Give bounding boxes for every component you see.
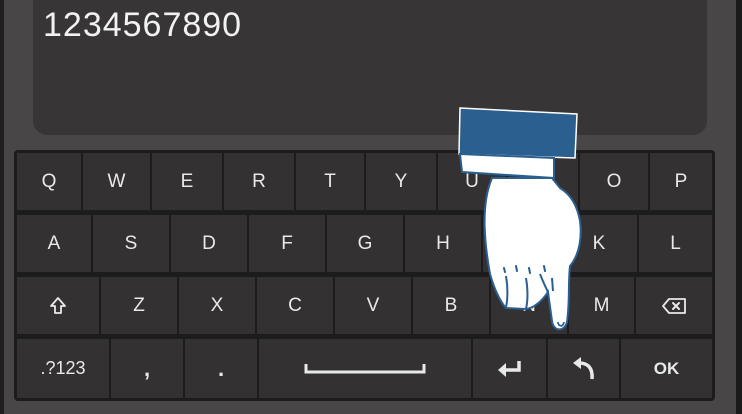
key-r[interactable]: R (224, 153, 294, 210)
key-label: C (288, 294, 302, 316)
key-label: K (592, 232, 606, 254)
key-y[interactable]: Y (366, 153, 436, 210)
text-input-field[interactable]: 1234567890 (33, 0, 707, 135)
key-label: R (252, 170, 266, 192)
comma-key[interactable]: , (111, 339, 183, 398)
key-f[interactable]: F (249, 215, 325, 272)
key-label: D (202, 232, 216, 254)
enter-key[interactable] (473, 339, 546, 398)
symbols-key[interactable]: .?123 (17, 339, 109, 398)
key-label: A (47, 232, 61, 254)
space-key[interactable] (259, 339, 471, 398)
key-label: .?123 (40, 358, 86, 378)
shift-key[interactable] (17, 277, 99, 334)
undo-icon (572, 356, 594, 379)
undo-key[interactable] (548, 339, 619, 398)
key-q[interactable]: Q (17, 153, 81, 210)
key-label: G (357, 232, 373, 254)
key-o[interactable]: O (580, 153, 648, 210)
key-v[interactable]: V (335, 277, 411, 334)
virtual-keyboard: Q W E R T Y U I O P A S D F G H J K L Z … (14, 150, 715, 401)
key-label: O (606, 170, 622, 192)
device-frame-left (0, 0, 4, 414)
key-label: S (124, 232, 138, 254)
ok-key[interactable]: OK (621, 339, 712, 398)
pointing-hand-icon (458, 107, 582, 331)
key-label: OK (653, 358, 680, 378)
key-l[interactable]: L (639, 215, 712, 272)
key-s[interactable]: S (93, 215, 169, 272)
key-t[interactable]: T (296, 153, 364, 210)
enter-icon (497, 360, 521, 377)
key-w[interactable]: W (83, 153, 150, 210)
key-label: T (324, 170, 336, 192)
key-c[interactable]: C (257, 277, 333, 334)
period-key[interactable]: . (185, 339, 257, 398)
key-p[interactable]: P (650, 153, 712, 210)
input-text: 1234567890 (43, 6, 243, 44)
key-label: M (593, 294, 610, 316)
key-label: F (281, 232, 293, 254)
key-label: E (180, 170, 194, 192)
key-label: . (217, 355, 225, 381)
key-label: , (143, 355, 151, 381)
space-bar-icon (304, 363, 426, 373)
key-label: Z (133, 294, 145, 316)
key-d[interactable]: D (171, 215, 247, 272)
key-label: W (107, 170, 126, 192)
backspace-key[interactable] (636, 277, 712, 334)
key-e[interactable]: E (152, 153, 222, 210)
device-frame-right (736, 0, 742, 414)
key-label: V (366, 294, 380, 316)
key-x[interactable]: X (179, 277, 255, 334)
key-z[interactable]: Z (101, 277, 177, 334)
key-label: Q (41, 170, 57, 192)
key-label: X (210, 294, 224, 316)
key-label: L (670, 232, 681, 254)
key-g[interactable]: G (327, 215, 403, 272)
key-label: Y (394, 170, 408, 192)
key-label: P (674, 170, 688, 192)
shift-icon (50, 296, 66, 314)
key-a[interactable]: A (17, 215, 91, 272)
backspace-icon (662, 297, 686, 314)
